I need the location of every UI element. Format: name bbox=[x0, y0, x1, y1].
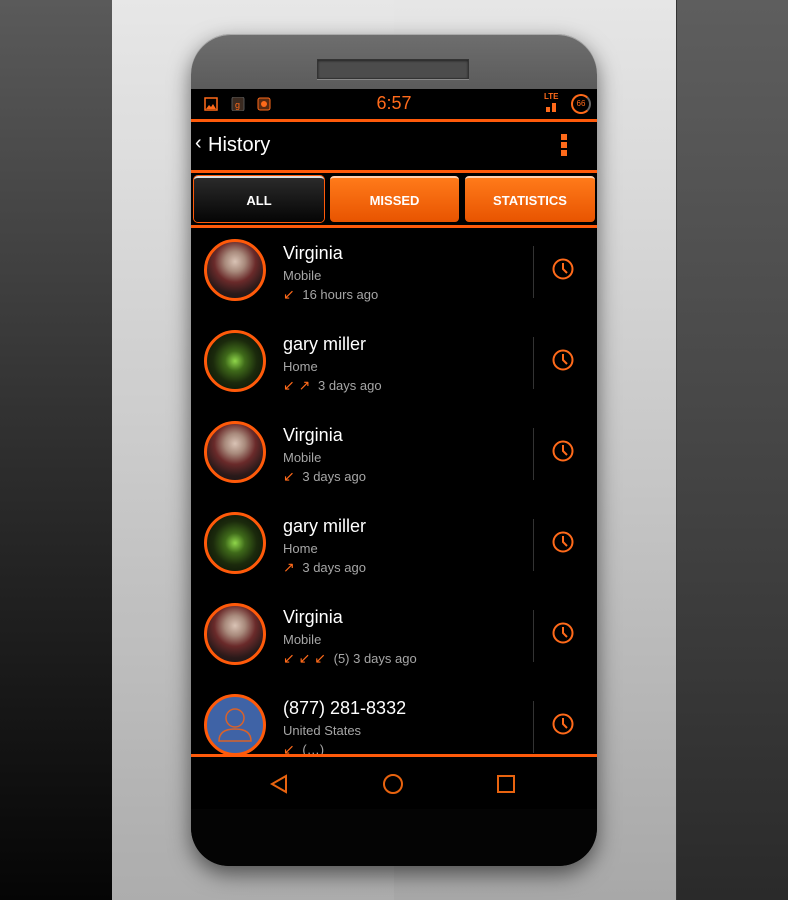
call-direction-icons: ↙ ↗ bbox=[283, 377, 311, 393]
call-row[interactable]: gary miller Home ↗ 3 days ago bbox=[191, 504, 597, 595]
number-type: Home bbox=[283, 541, 318, 556]
clock-icon[interactable] bbox=[552, 440, 574, 462]
contact-avatar-placeholder[interactable] bbox=[204, 694, 266, 754]
clock-icon[interactable] bbox=[552, 531, 574, 553]
contact-name: Virginia bbox=[283, 243, 343, 263]
call-time: (5) 3 days ago bbox=[333, 651, 417, 666]
contact-name: Virginia bbox=[283, 607, 343, 627]
contact-name: Virginia bbox=[283, 425, 343, 445]
page-title: History bbox=[208, 134, 271, 156]
call-meta: ↙ ↗ 3 days ago bbox=[283, 377, 382, 394]
call-time: 3 days ago bbox=[302, 560, 366, 575]
outgoing-call-icon: ↗ bbox=[283, 559, 295, 575]
navigation-bar bbox=[191, 754, 597, 812]
row-divider bbox=[533, 246, 534, 298]
contact-avatar[interactable] bbox=[204, 239, 266, 301]
call-meta: ↙ 3 days ago bbox=[283, 468, 366, 485]
recents-icon[interactable] bbox=[495, 773, 517, 795]
contact-name: gary miller bbox=[283, 334, 367, 354]
call-time: 3 days ago bbox=[302, 469, 366, 484]
tab-bar: ALL MISSED STATISTICS bbox=[191, 170, 597, 228]
app-bar: ‹ History bbox=[191, 122, 597, 170]
call-meta: ↙ 16 hours ago bbox=[283, 286, 378, 303]
row-divider bbox=[533, 701, 534, 753]
clock-icon[interactable] bbox=[552, 622, 574, 644]
contact-name: (877) 281-8332 bbox=[283, 698, 407, 718]
battery-indicator: 66 bbox=[571, 94, 591, 114]
incoming-call-icons: ↙ ↙ ↙ bbox=[283, 650, 326, 666]
phone-frame: g 6:57 LTE 66 ‹ History ALL MISSED STATI… bbox=[191, 34, 597, 866]
phone-chin bbox=[191, 809, 597, 866]
overflow-menu-icon[interactable] bbox=[561, 134, 567, 158]
call-row[interactable]: (877) 281-8332 United States ↙ (…) bbox=[191, 686, 597, 754]
tab-all[interactable]: ALL bbox=[194, 176, 324, 222]
call-row[interactable]: Virginia Mobile ↙ 16 hours ago bbox=[191, 231, 597, 322]
clock-icon[interactable] bbox=[552, 713, 574, 735]
contact-avatar[interactable] bbox=[204, 512, 266, 574]
call-row[interactable]: Virginia Mobile ↙ 3 days ago bbox=[191, 413, 597, 504]
incoming-call-icon: ↙ bbox=[283, 286, 295, 302]
number-type: Mobile bbox=[283, 632, 322, 647]
background-left-panel bbox=[0, 0, 112, 900]
background-right-panel bbox=[676, 0, 788, 900]
call-history-list: Virginia Mobile ↙ 16 hours ago gary mill… bbox=[191, 231, 597, 754]
status-bar: g 6:57 LTE 66 bbox=[191, 89, 597, 122]
row-divider bbox=[533, 428, 534, 480]
row-divider bbox=[533, 519, 534, 571]
incoming-call-icon: ↙ bbox=[283, 468, 295, 484]
number-type: Mobile bbox=[283, 268, 322, 283]
tab-statistics[interactable]: STATISTICS bbox=[465, 176, 595, 222]
incoming-call-icon: ↙ bbox=[283, 741, 295, 754]
number-type: Home bbox=[283, 359, 318, 374]
call-time: 3 days ago bbox=[317, 378, 382, 393]
screen: g 6:57 LTE 66 ‹ History ALL MISSED STATI… bbox=[191, 89, 597, 812]
person-icon bbox=[218, 708, 252, 742]
number-type: United States bbox=[283, 723, 362, 738]
call-row[interactable]: Virginia Mobile ↙ ↙ ↙ (5) 3 days ago bbox=[191, 595, 597, 686]
contact-name: gary miller bbox=[283, 516, 367, 536]
back-button[interactable]: ‹ bbox=[195, 132, 202, 155]
tab-missed[interactable]: MISSED bbox=[330, 176, 459, 222]
number-type: Mobile bbox=[283, 450, 322, 465]
phone-speaker bbox=[317, 59, 469, 79]
call-time: 16 hours ago bbox=[302, 287, 379, 302]
contact-avatar[interactable] bbox=[204, 603, 266, 665]
clock-icon[interactable] bbox=[552, 349, 574, 371]
network-label: LTE bbox=[544, 92, 559, 101]
call-meta: ↙ (…) bbox=[283, 741, 324, 754]
signal-bars-icon bbox=[546, 103, 556, 112]
status-time: 6:57 bbox=[376, 93, 412, 113]
call-row[interactable]: gary miller Home ↙ ↗ 3 days ago bbox=[191, 322, 597, 413]
back-icon[interactable] bbox=[268, 773, 290, 795]
lte-signal-icon: LTE bbox=[544, 93, 559, 112]
contact-avatar[interactable] bbox=[204, 421, 266, 483]
row-divider bbox=[533, 610, 534, 662]
clock-icon[interactable] bbox=[552, 258, 574, 280]
row-divider bbox=[533, 337, 534, 389]
call-meta: ↙ ↙ ↙ (5) 3 days ago bbox=[283, 650, 417, 667]
call-time: (…) bbox=[302, 742, 325, 754]
call-meta: ↗ 3 days ago bbox=[283, 559, 366, 576]
contact-avatar[interactable] bbox=[204, 330, 266, 392]
home-icon[interactable] bbox=[382, 773, 404, 795]
